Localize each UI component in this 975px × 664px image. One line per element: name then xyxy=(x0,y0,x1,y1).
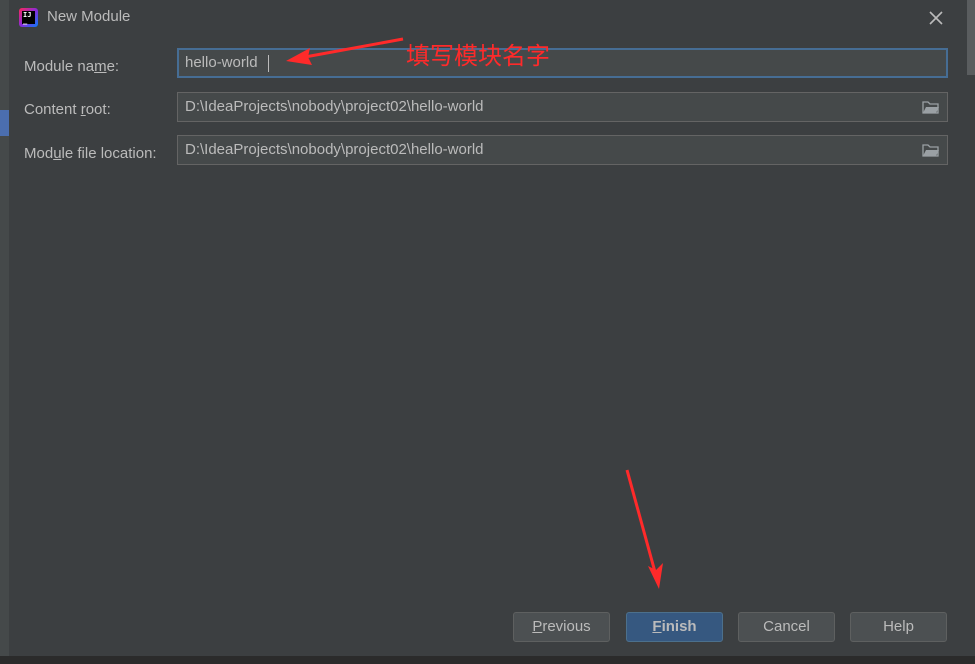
module-name-value: hello-world xyxy=(185,54,258,71)
background-selection xyxy=(0,110,9,136)
help-button[interactable]: Help xyxy=(850,612,947,642)
close-icon xyxy=(929,11,943,25)
text-cursor xyxy=(268,55,269,72)
title-bar: IJ — New Module xyxy=(9,0,967,36)
module-name-input[interactable]: hello-world xyxy=(177,48,948,78)
background-window-bottom-strip xyxy=(0,656,975,664)
module-name-label: Module name: xyxy=(24,58,120,75)
background-window-right-strip xyxy=(967,0,975,75)
intellij-idea-icon: IJ — xyxy=(19,8,38,28)
content-root-input[interactable]: D:\IdeaProjects\nobody\project02\hello-w… xyxy=(177,92,948,122)
module-file-location-input[interactable]: D:\IdeaProjects\nobody\project02\hello-w… xyxy=(177,135,948,165)
cancel-button[interactable]: Cancel xyxy=(738,612,835,642)
background-window-strip xyxy=(0,0,9,664)
previous-button[interactable]: Previous xyxy=(513,612,610,642)
finish-button[interactable]: Finish xyxy=(626,612,723,642)
module-file-location-label: Module file location: xyxy=(24,145,157,162)
close-button[interactable] xyxy=(923,6,949,30)
annotation-text: 填写模块名字 xyxy=(406,42,550,70)
content-root-value: D:\IdeaProjects\nobody\project02\hello-w… xyxy=(185,98,484,115)
window-title: New Module xyxy=(47,8,131,25)
new-module-dialog: IJ — New Module Module name: hello-world … xyxy=(9,0,967,656)
folder-icon[interactable] xyxy=(922,100,940,114)
folder-icon[interactable] xyxy=(922,143,940,157)
content-root-label: Content root: xyxy=(24,101,111,118)
module-file-location-value: D:\IdeaProjects\nobody\project02\hello-w… xyxy=(185,141,484,158)
